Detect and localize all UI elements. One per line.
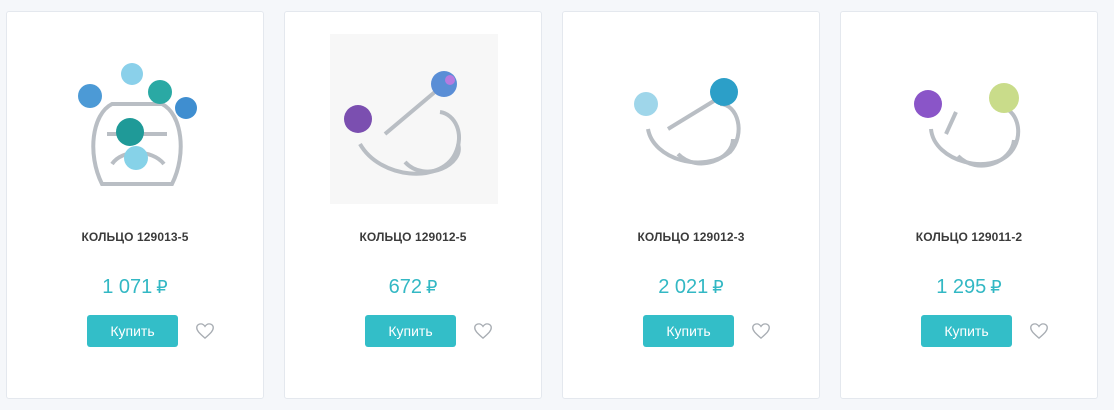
price-value: 1 071	[102, 276, 153, 298]
currency-symbol: ₽	[712, 277, 724, 297]
product-actions: Купить	[87, 315, 216, 347]
currency-symbol: ₽	[425, 277, 438, 297]
product-image[interactable]	[52, 34, 220, 204]
buy-button[interactable]: Купить	[87, 315, 178, 347]
currency-symbol: ₽	[156, 277, 168, 297]
product-title[interactable]: КОЛЬЦО 129013-5	[7, 230, 263, 244]
ring-image	[78, 63, 197, 186]
product-card: КОЛЬЦО 129013-5 1 071 ₽ Купить	[6, 11, 264, 399]
buy-button[interactable]: Купить	[643, 315, 734, 347]
product-price: 2 021 ₽	[563, 276, 819, 299]
product-image[interactable]	[330, 34, 498, 204]
product-actions: Купить	[365, 315, 494, 347]
product-title[interactable]: КОЛЬЦО 129012-5	[285, 230, 541, 244]
favorite-heart-icon[interactable]	[750, 320, 772, 342]
price-value: 2 021	[658, 276, 709, 298]
currency-symbol: ₽	[990, 277, 1002, 297]
favorite-heart-icon[interactable]	[1028, 320, 1050, 342]
product-card: КОЛЬЦО 129012-3 2 021 ₽ Купить	[562, 11, 820, 399]
price-value: 672	[388, 276, 422, 298]
product-card: КОЛЬЦО 129011-2 1 295 ₽ Купить	[840, 11, 1098, 399]
favorite-heart-icon[interactable]	[194, 320, 216, 342]
ring-image	[330, 34, 498, 204]
product-actions: Купить	[643, 315, 772, 347]
product-price: 1 295 ₽	[841, 276, 1097, 299]
buy-button[interactable]: Купить	[365, 315, 456, 347]
favorite-heart-icon[interactable]	[472, 320, 494, 342]
product-grid: КОЛЬЦО 129013-5 1 071 ₽ Купить КОЛЬЦО 12…	[6, 11, 1098, 399]
ring-image	[634, 78, 741, 166]
product-image[interactable]	[608, 34, 776, 204]
product-card: КОЛЬЦО 129012-5 672 ₽ Купить	[284, 11, 542, 399]
product-price: 1 071 ₽	[7, 276, 263, 299]
ring-image	[914, 83, 1021, 168]
product-image[interactable]	[886, 34, 1054, 204]
buy-button[interactable]: Купить	[921, 315, 1012, 347]
product-title[interactable]: КОЛЬЦО 129011-2	[841, 230, 1097, 244]
product-actions: Купить	[921, 315, 1050, 347]
product-title[interactable]: КОЛЬЦО 129012-3	[563, 230, 819, 244]
price-value: 1 295	[936, 276, 987, 298]
product-price: 672 ₽	[285, 276, 541, 299]
